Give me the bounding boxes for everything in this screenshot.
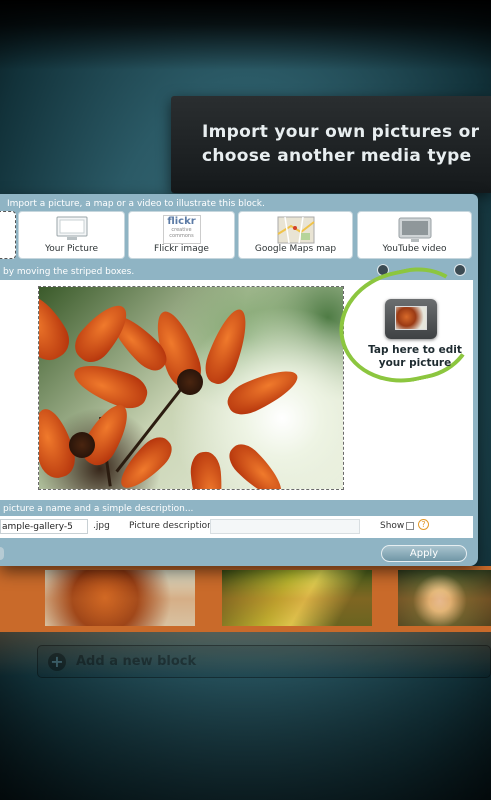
media-tile-youtube[interactable]: YouTube video [357, 211, 472, 259]
picture-fields-row: .jpg Picture description Show ? [0, 516, 473, 538]
video-icon [398, 217, 431, 242]
show-label: Show [380, 521, 405, 531]
petal [199, 304, 255, 389]
map-icon [276, 216, 315, 244]
selected-picture [39, 287, 343, 489]
tooltip-line-1: Import your own pictures or [202, 122, 480, 142]
flickr-logo-sub: creative commons [169, 227, 194, 239]
media-type-row: Your Picture flickr creative commons Fli… [0, 211, 478, 259]
media-tile-label: YouTube video [382, 244, 447, 254]
dialog-header: Import a picture, a map or a video to il… [7, 199, 265, 209]
media-tile-google-maps[interactable]: Google Maps map [238, 211, 353, 259]
petal [223, 438, 290, 489]
import-tooltip: Import your own pictures or choose anoth… [171, 96, 491, 193]
picture-crop-frame[interactable] [38, 286, 344, 490]
media-tile-label: Google Maps map [254, 244, 337, 254]
tooltip-line-2: choose another media type [202, 146, 472, 166]
flower-center [69, 432, 95, 458]
description-hint: picture a name and a simple description.… [3, 504, 194, 514]
edit-hint-line-1: Tap here to edit [368, 344, 462, 356]
media-tile-your-picture[interactable]: Your Picture [18, 211, 125, 259]
media-tile-flickr[interactable]: flickr creative commons Flickr image [128, 211, 235, 259]
petal [189, 450, 226, 489]
expand-handle-icon[interactable] [454, 264, 466, 276]
edit-picture-thumbnail [395, 306, 427, 330]
petal [68, 356, 152, 414]
picture-name-input[interactable] [0, 519, 88, 534]
monitor-icon [56, 216, 87, 240]
edit-hint-line-2: your picture [378, 357, 452, 369]
media-tile-label: Flickr image [154, 244, 209, 254]
edit-picture-button[interactable] [385, 299, 437, 339]
petal [222, 361, 304, 421]
picture-description-input[interactable] [210, 519, 360, 534]
left-knob-icon[interactable] [0, 547, 4, 560]
top-vignette [0, 0, 491, 70]
flower-center [177, 369, 203, 395]
flickr-logo-text: flickr [167, 216, 196, 227]
stripe-hint: by moving the striped boxes. [3, 267, 135, 277]
petal [39, 287, 77, 367]
file-extension: .jpg [93, 521, 110, 531]
apply-button[interactable]: Apply [381, 545, 467, 562]
bottom-vignette [0, 660, 491, 800]
picture-description-label: Picture description [129, 521, 213, 531]
flickr-logo-icon: flickr creative commons [162, 215, 201, 244]
media-tile-partial[interactable] [0, 211, 16, 259]
media-tile-label: Your Picture [44, 244, 99, 254]
edit-picture-hint[interactable]: Tap here to edit your picture [360, 344, 470, 370]
show-checkbox[interactable] [406, 522, 414, 530]
help-icon[interactable]: ? [418, 519, 429, 530]
